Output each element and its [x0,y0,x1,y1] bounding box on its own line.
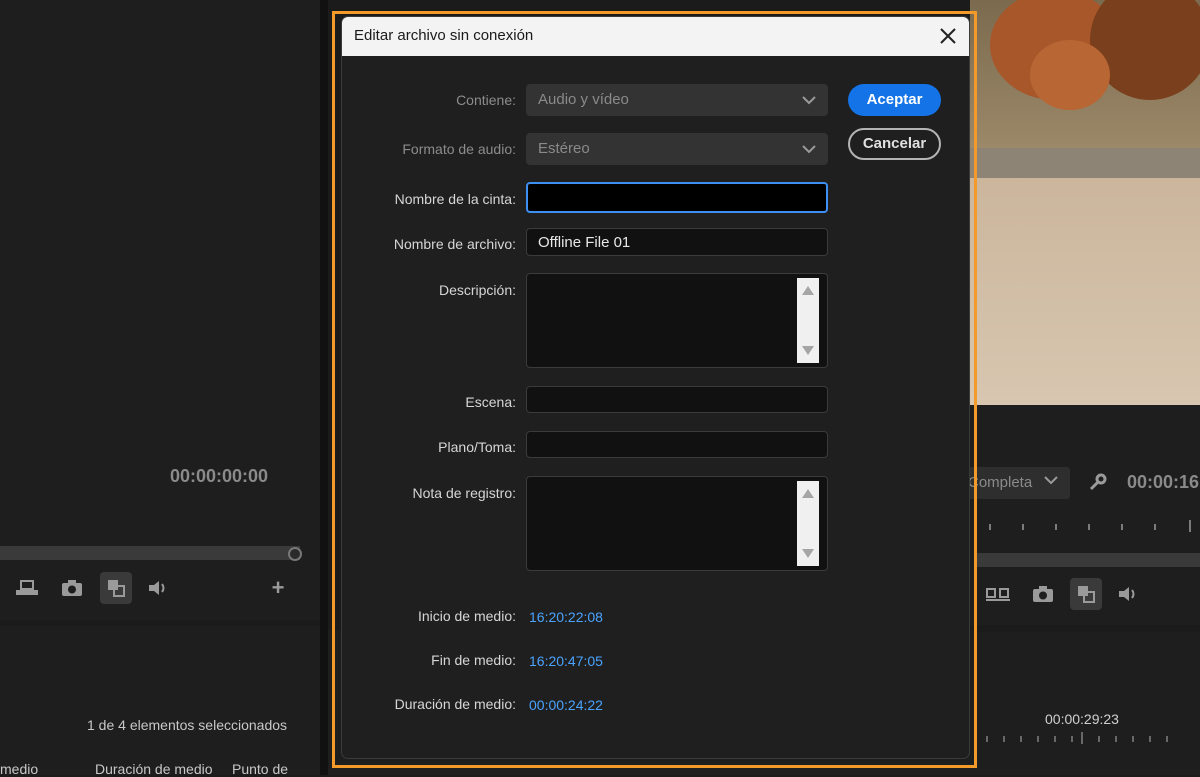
cancel-button[interactable]: Cancelar [848,128,941,160]
source-timecode[interactable]: 00:00:00:00 [170,466,268,487]
chevron-down-icon [1044,472,1058,488]
scroll-up-icon[interactable] [802,489,814,498]
media-end-value[interactable]: 16:20:47:05 [529,653,603,669]
dialog-titlebar[interactable]: Editar archivo sin conexión [342,17,969,56]
tape-name-label: Nombre de la cinta: [394,191,516,207]
dialog-title: Editar archivo sin conexión [354,27,534,44]
media-duration-label: Duración de medio: [394,696,516,712]
shot-take-input[interactable] [526,431,828,458]
compare-view-icon[interactable] [1070,578,1102,610]
add-button-icon[interactable]: + [262,572,294,604]
media-start-label: Inicio de medio: [417,608,516,624]
chevron-down-icon [802,92,816,109]
scroll-up-icon[interactable] [802,286,814,295]
export-frame-icon[interactable] [11,572,43,604]
scene-input[interactable] [526,386,828,413]
selection-status: 1 de 4 elementos seleccionados [87,717,288,733]
source-monitor-panel [0,0,320,620]
speaker-icon[interactable] [142,572,174,604]
media-start-value[interactable]: 16:20:22:08 [529,609,603,625]
camera-icon[interactable] [1027,578,1059,610]
audio-format-label: Formato de audio: [402,141,516,157]
program-scrub-bar[interactable] [975,553,1200,567]
ok-button[interactable]: Aceptar [848,84,941,116]
file-name-label: Nombre de archivo: [393,236,516,252]
log-note-label: Nota de registro: [412,485,517,501]
compare-view-icon[interactable] [100,572,132,604]
close-icon[interactable] [936,24,960,48]
shot-take-label: Plano/Toma: [438,439,516,455]
description-textarea[interactable] [526,273,828,368]
tape-name-input[interactable] [526,182,828,213]
program-monitor-video [970,0,1200,405]
edit-offline-file-dialog: Editar archivo sin conexión Contiene: Au… [342,17,969,758]
chevron-down-icon [802,141,816,158]
contains-select-value: Audio y vídeo [538,91,629,108]
timeline-ruler[interactable] [985,732,1175,746]
export-frame-icon[interactable] [982,578,1014,610]
project-panel [0,626,320,775]
source-scrub-handle[interactable] [288,547,302,561]
camera-icon[interactable] [56,572,88,604]
scroll-down-icon[interactable] [802,549,814,558]
scroll-down-icon[interactable] [802,346,814,355]
program-ruler[interactable] [985,518,1200,536]
audio-format-select[interactable]: Estéreo [526,133,828,165]
contains-select[interactable]: Audio y vídeo [526,84,828,116]
log-note-textarea[interactable] [526,476,828,571]
log-note-scrollbar[interactable] [797,481,819,566]
program-timecode[interactable]: 00:00:16 [1127,472,1199,493]
description-label: Descripción: [438,282,516,298]
wrench-icon[interactable] [1088,472,1108,497]
contains-label: Contiene: [456,92,516,108]
source-scrub-bar[interactable] [0,546,300,560]
scene-label: Escena: [465,394,516,410]
media-end-label: Fin de medio: [431,652,516,668]
speaker-icon[interactable] [1112,578,1144,610]
timeline-panel-right [978,632,1200,775]
audio-format-select-value: Estéreo [538,140,590,157]
panel-divider [320,0,328,775]
media-duration-value[interactable]: 00:00:24:22 [529,697,603,713]
file-name-input[interactable]: Offline File 01 [526,228,828,256]
description-scrollbar[interactable] [797,278,819,363]
timeline-ruler-timecode: 00:00:29:23 [1045,711,1119,727]
